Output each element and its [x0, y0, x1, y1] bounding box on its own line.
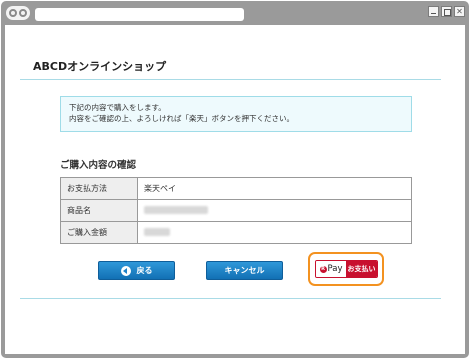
rakuten-pay-button[interactable]: R Pay お支払い — [315, 260, 378, 278]
payment-method-value: 楽天ペイ — [137, 177, 412, 200]
maximize-icon[interactable] — [441, 6, 452, 17]
product-name-value — [137, 199, 412, 222]
rakuten-r-icon: R — [319, 265, 327, 273]
payment-method-label: お支払方法 — [60, 177, 138, 200]
address-bar[interactable] — [35, 8, 244, 21]
title-bar: ✕ — [1, 1, 469, 25]
table-row: お支払方法 楽天ペイ — [60, 177, 412, 200]
product-name-label: 商品名 — [60, 199, 138, 222]
notice-line-1: 下記の内容で購入をします。 — [69, 103, 166, 112]
pay-brand-text: Pay — [327, 264, 343, 274]
purchase-amount-value — [137, 221, 412, 244]
pay-action-label: お支払い — [346, 261, 377, 277]
rakuten-pay-logo: R Pay — [316, 261, 346, 277]
page-content: ABCDオンラインショップ 下記の内容で購入をします。 内容をご確認の上、よろし… — [5, 25, 465, 354]
browser-window: ✕ ABCDオンラインショップ 下記の内容で購入をします。 内容をご確認の上、よ… — [1, 1, 469, 358]
arrow-left-icon — [120, 265, 131, 276]
confirm-section-title: ご購入内容の確認 — [60, 160, 137, 171]
redacted-product-name — [144, 205, 208, 214]
cancel-button[interactable]: キャンセル — [206, 261, 283, 280]
table-row: 商品名 — [60, 199, 412, 222]
notice-box: 下記の内容で購入をします。 内容をご確認の上、よろしければ「楽天」ボタンを押下く… — [60, 96, 412, 132]
back-nav-icon[interactable] — [9, 9, 17, 17]
notice-line-2: 内容をご確認の上、よろしければ「楽天」ボタンを押下ください。 — [69, 114, 294, 123]
cancel-button-label: キャンセル — [224, 266, 265, 275]
shop-title: ABCDオンラインショップ — [33, 60, 167, 73]
close-icon[interactable]: ✕ — [454, 6, 465, 17]
pay-button-highlight: R Pay お支払い — [308, 252, 384, 286]
redacted-amount — [144, 227, 170, 236]
order-summary-table: お支払方法 楽天ペイ 商品名 ご購入金額 — [60, 177, 412, 244]
browser-nav-icon[interactable] — [6, 6, 30, 20]
divider-bottom — [20, 298, 441, 299]
table-row: ご購入金額 — [60, 221, 412, 244]
forward-nav-icon[interactable] — [19, 9, 27, 17]
back-button-label: 戻る — [136, 266, 153, 275]
purchase-amount-label: ご購入金額 — [60, 221, 138, 244]
back-button[interactable]: 戻る — [98, 261, 175, 280]
minimize-icon[interactable] — [428, 6, 439, 17]
divider-top — [20, 79, 441, 80]
